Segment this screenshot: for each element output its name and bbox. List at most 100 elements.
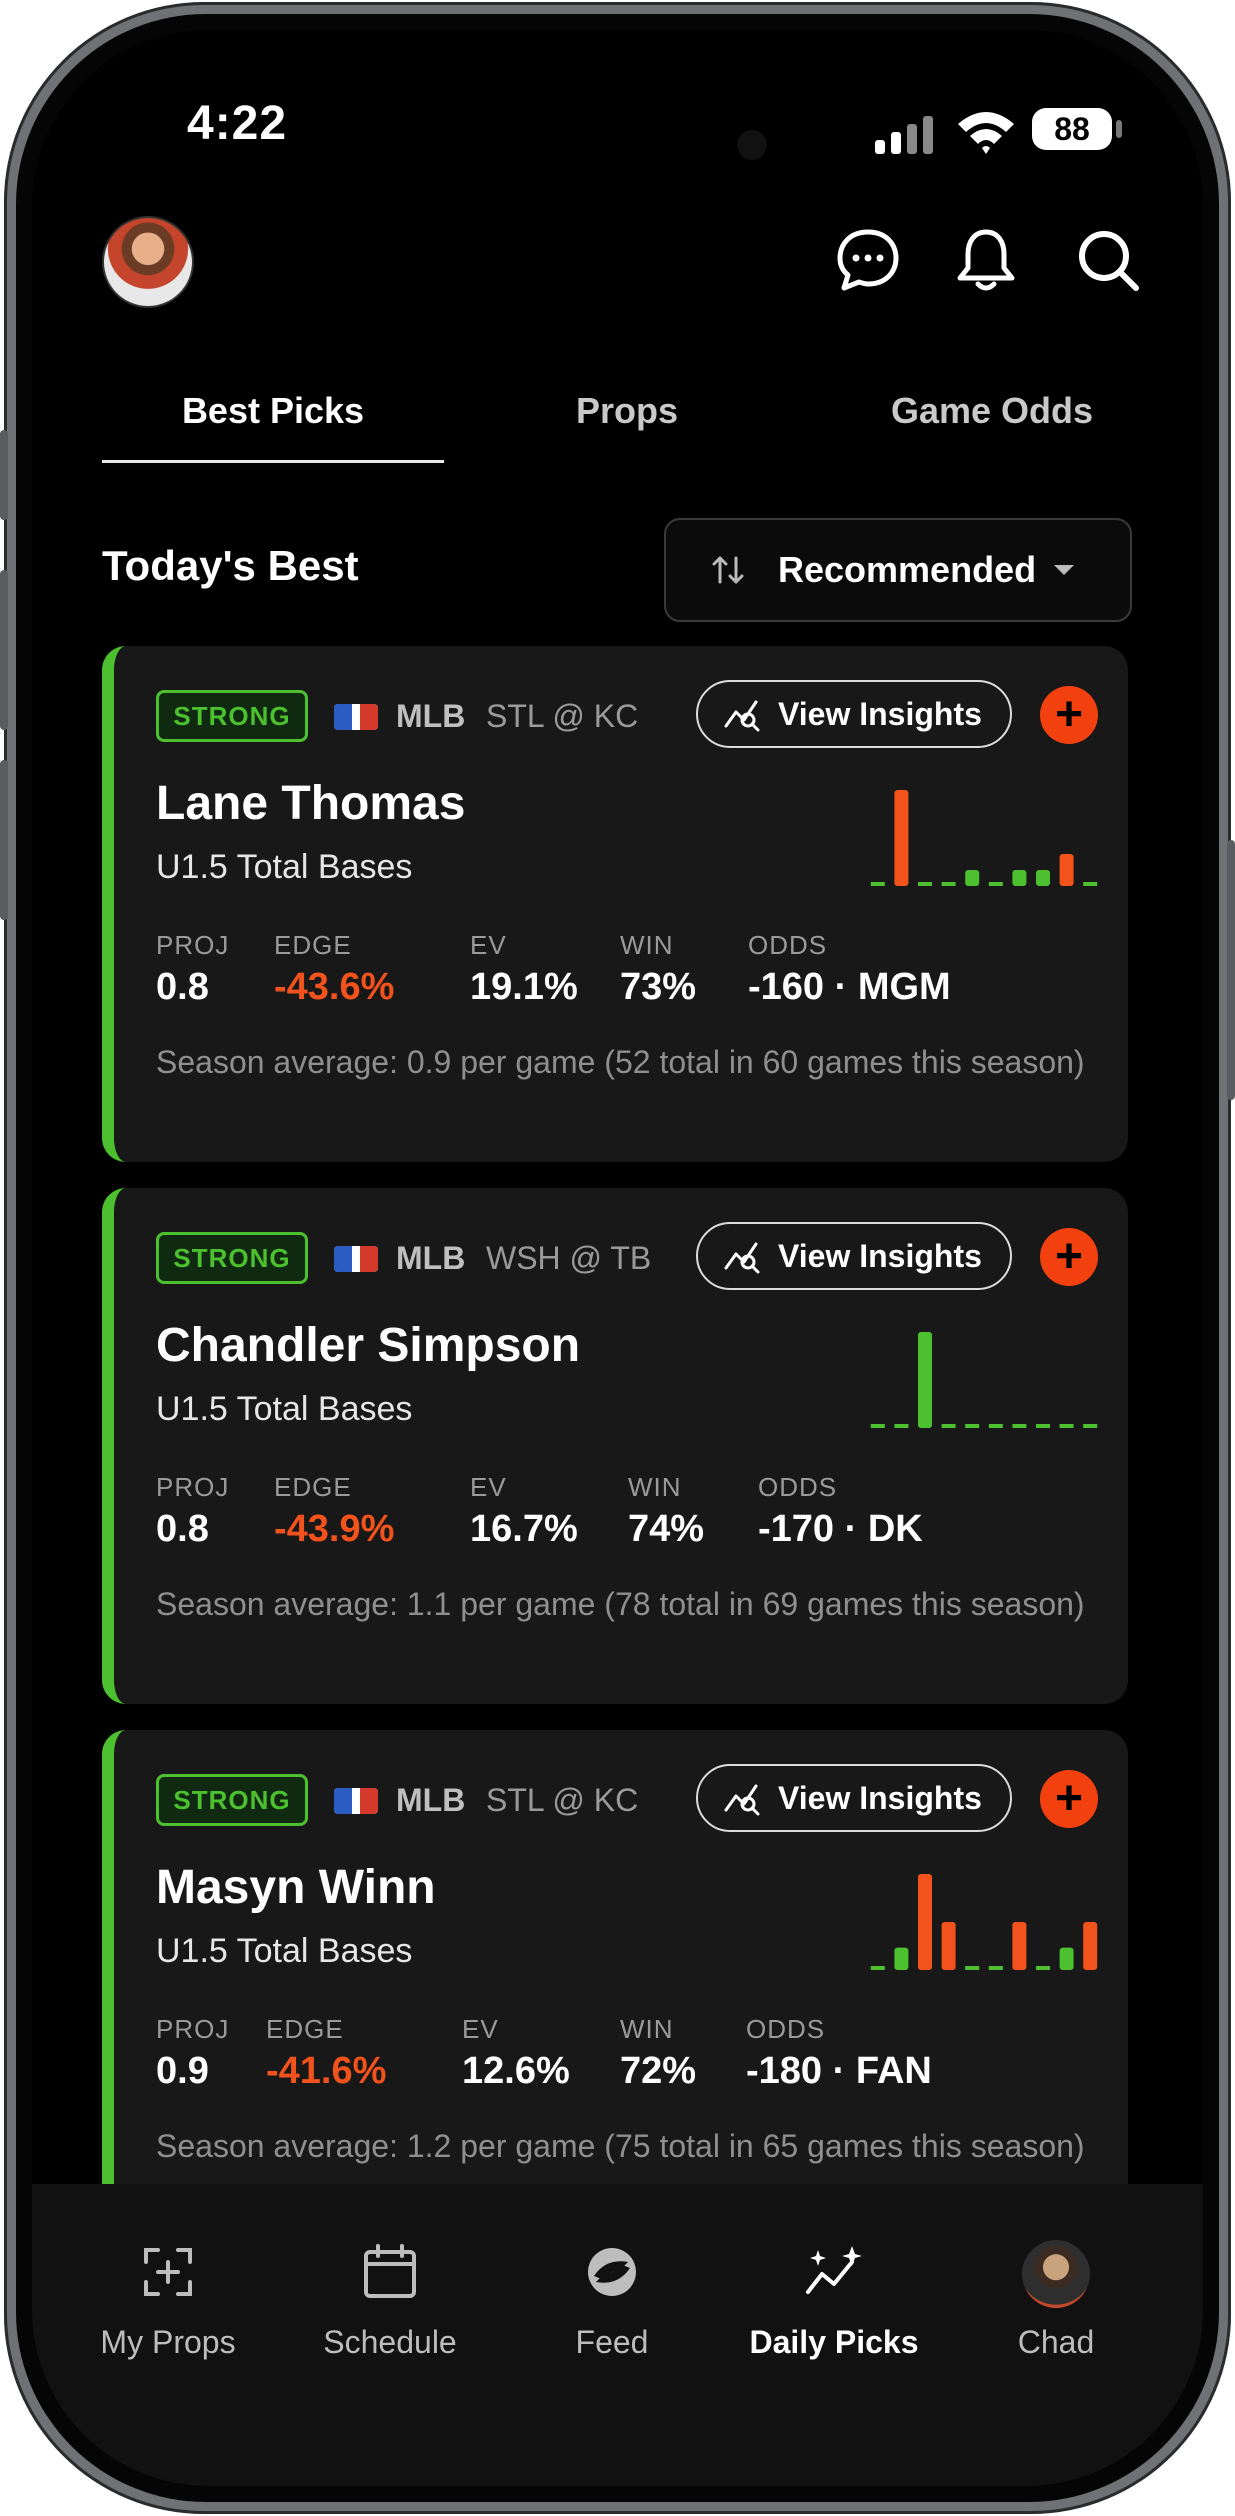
edge-label: EDGE	[266, 2014, 344, 2044]
view-insights-button[interactable]: View Insights	[696, 1222, 1012, 1290]
view-insights-label: View Insights	[778, 1237, 982, 1274]
profile-avatar	[1022, 2240, 1090, 2308]
add-pick-button[interactable]: +	[1040, 686, 1098, 744]
prop-line: U1.5 Total Bases	[156, 1932, 413, 1970]
mlb-logo-icon	[334, 1788, 378, 1814]
win-label: WIN	[628, 1472, 682, 1502]
matchup-label: STL @ KC	[486, 1782, 639, 1818]
feed-logo-icon	[588, 2248, 636, 2296]
player-name: Masyn Winn	[156, 1861, 436, 1914]
volume-up-button	[0, 570, 8, 730]
player-name: Chandler Simpson	[156, 1319, 581, 1372]
nav-label: Schedule	[323, 2324, 457, 2360]
view-insights-button[interactable]: View Insights	[696, 1764, 1012, 1832]
sparkline-bar	[1036, 870, 1050, 886]
tab-best-picks[interactable]: Best Picks	[102, 390, 444, 432]
calendar-icon	[364, 2244, 416, 2298]
user-avatar[interactable]	[102, 216, 194, 308]
season-average-text: Season average: 0.9 per game (52 total i…	[156, 1044, 1085, 1080]
ev-label: EV	[462, 2014, 499, 2044]
add-pick-button[interactable]: +	[1040, 1770, 1098, 1828]
win-value: 73%	[620, 966, 697, 1008]
mlb-logo-icon	[334, 1246, 378, 1272]
sparkline-bar	[965, 870, 980, 886]
strength-badge: STRONG	[156, 1232, 308, 1284]
insights-chart-icon	[724, 1242, 760, 1274]
pick-card[interactable]: STRONG MLB STL @ KC View Insights + Masyn Win…	[102, 1730, 1128, 2246]
tab-game-odds[interactable]: Game Odds	[812, 390, 1172, 432]
sort-arrows-icon	[712, 556, 744, 584]
view-insights-label: View Insights	[778, 695, 982, 732]
win-value: 74%	[628, 1508, 705, 1550]
view-insights-label: View Insights	[778, 1779, 982, 1816]
season-average-text: Season average: 1.2 per game (75 total i…	[156, 2128, 1085, 2164]
volume-down-button	[0, 760, 8, 920]
sparkline-bar	[894, 790, 909, 886]
proj-value: 0.9	[156, 2050, 209, 2092]
nav-label: Daily Picks	[749, 2324, 919, 2360]
season-average-text: Season average: 1.1 per game (78 total i…	[156, 1586, 1085, 1622]
proj-label: PROJ	[156, 1472, 230, 1502]
battery-level: 88	[1054, 110, 1090, 147]
pick-card[interactable]: STRONG MLB WSH @ TB View Insights + Chandler …	[102, 1188, 1128, 1704]
odds-label: ODDS	[746, 2014, 826, 2044]
add-pick-button[interactable]: +	[1040, 1228, 1098, 1286]
edge-label: EDGE	[274, 1472, 352, 1502]
edge-label: EDGE	[274, 930, 352, 960]
nav-schedule[interactable]: Schedule	[290, 2240, 490, 2361]
add-square-icon	[144, 2248, 192, 2296]
sparkline-bar	[1083, 1922, 1098, 1970]
insights-chart-icon	[724, 1784, 760, 1816]
nav-daily-picks[interactable]: Daily Picks	[734, 2240, 934, 2361]
front-camera	[737, 130, 767, 160]
tab-props[interactable]: Props	[477, 390, 777, 432]
nav-profile[interactable]: Chad	[956, 2240, 1156, 2361]
bell-icon[interactable]	[950, 224, 1022, 296]
sparkline-bar	[918, 1332, 932, 1428]
recent-games-sparkline	[870, 1332, 1098, 1428]
chat-icon[interactable]	[832, 224, 904, 296]
strength-badge: STRONG	[156, 1774, 308, 1826]
nav-feed[interactable]: Feed	[512, 2240, 712, 2361]
sparkline-bar	[1059, 1947, 1074, 1970]
sparkline-bar	[1059, 854, 1074, 886]
sparkline-bar	[1012, 870, 1027, 886]
nav-my-props[interactable]: My Props	[68, 2240, 268, 2361]
win-value: 72%	[620, 2050, 697, 2092]
proj-label: PROJ	[156, 2014, 230, 2044]
recent-games-sparkline	[870, 790, 1098, 886]
ev-label: EV	[470, 1472, 507, 1502]
status-time: 4:22	[187, 97, 288, 150]
prop-line: U1.5 Total Bases	[156, 1390, 413, 1428]
odds-label: ODDS	[748, 930, 828, 960]
cellular-signal-icon	[875, 116, 933, 154]
ev-value: 19.1%	[470, 966, 578, 1008]
ev-value: 12.6%	[462, 2050, 570, 2092]
sparkline-bar	[894, 1947, 909, 1970]
matchup-label: STL @ KC	[486, 698, 639, 734]
app-screen: 4:22 88 Best Picks Props Game Odds Today…	[32, 30, 1203, 2486]
sparkle-trend-icon	[806, 2246, 862, 2294]
side-button	[0, 430, 8, 520]
ev-label: EV	[470, 930, 507, 960]
win-label: WIN	[620, 2014, 674, 2044]
player-name: Lane Thomas	[156, 777, 466, 830]
odds-value: -180 · FAN	[746, 2050, 932, 2092]
chevron-down-icon	[1054, 565, 1075, 575]
search-icon[interactable]	[1072, 224, 1144, 296]
pick-card[interactable]: STRONG MLB STL @ KC View Insights + Lane Thom…	[102, 646, 1128, 1162]
win-label: WIN	[620, 930, 674, 960]
league-label: MLB	[396, 698, 466, 734]
sort-dropdown[interactable]: Recommended	[664, 518, 1132, 622]
nav-label: Feed	[575, 2324, 649, 2360]
sparkline-bar	[1012, 1922, 1027, 1970]
battery-tip	[1116, 120, 1122, 138]
view-insights-button[interactable]: View Insights	[696, 680, 1012, 748]
edge-value: -43.9%	[274, 1508, 395, 1550]
proj-label: PROJ	[156, 930, 230, 960]
proj-value: 0.8	[156, 966, 209, 1008]
edge-value: -41.6%	[266, 2050, 387, 2092]
nav-label: Chad	[1017, 2324, 1095, 2360]
insights-chart-icon	[724, 700, 760, 732]
odds-value: -170 · DK	[758, 1508, 923, 1550]
